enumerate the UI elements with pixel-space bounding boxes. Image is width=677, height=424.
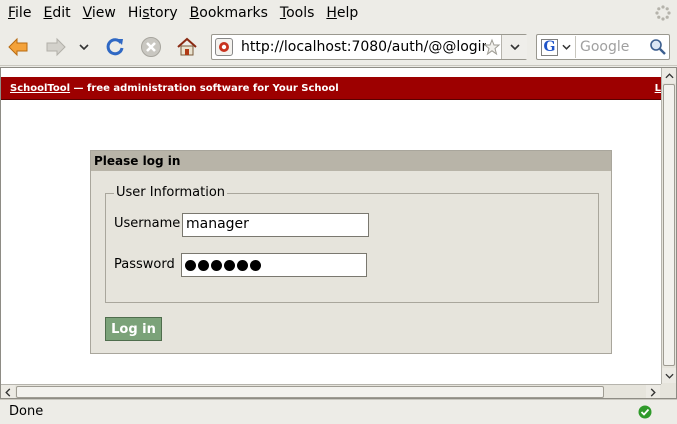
scroll-down-button[interactable] [662, 368, 676, 383]
password-label: Password [114, 257, 175, 272]
password-dot [198, 259, 209, 271]
bookmark-star-icon[interactable] [483, 38, 501, 56]
address-bar[interactable]: http://localhost:7080/auth/@@login.h [211, 34, 527, 60]
site-banner: SchoolTool — free administration softwar… [1, 77, 663, 100]
forward-button[interactable] [43, 34, 69, 60]
menu-bar: File Edit View History Bookmarks Tools H… [0, 0, 677, 26]
password-mask [185, 254, 366, 276]
menu-edit[interactable]: Edit [37, 0, 76, 26]
home-button[interactable] [174, 34, 200, 60]
scroll-up-button[interactable] [662, 68, 676, 83]
menu-history[interactable]: History [122, 0, 184, 26]
menu-tools[interactable]: Tools [274, 0, 321, 26]
url-text[interactable]: http://localhost:7080/auth/@@login.h [241, 39, 486, 55]
login-button[interactable]: Log in [105, 317, 162, 341]
login-heading: Please log in [91, 151, 611, 171]
chevron-up-icon [664, 72, 674, 78]
check-icon [638, 405, 652, 419]
back-button[interactable] [5, 34, 31, 60]
password-dot [211, 259, 222, 271]
chevron-left-icon [5, 388, 11, 397]
user-information-fieldset: User Information Username manager Passwo… [105, 185, 599, 303]
google-icon: G [541, 38, 558, 56]
throbber-icon [655, 5, 671, 21]
password-dot [250, 259, 261, 271]
status-bar: Done [0, 399, 677, 424]
fieldset-legend: User Information [114, 185, 228, 200]
history-dropdown-button[interactable] [74, 34, 94, 60]
chevron-down-icon [509, 44, 520, 50]
reload-icon [106, 38, 124, 56]
menu-view[interactable]: View [77, 0, 122, 26]
password-field[interactable] [181, 253, 367, 277]
password-dot [237, 259, 248, 271]
username-field[interactable]: manager [182, 213, 369, 237]
navigation-toolbar: http://localhost:7080/auth/@@login.h G G… [0, 26, 677, 66]
menu-bookmarks[interactable]: Bookmarks [184, 0, 274, 26]
stop-icon [141, 37, 161, 57]
search-icon[interactable] [649, 38, 667, 56]
menu-file[interactable]: File [2, 0, 37, 26]
horizontal-scrollbar[interactable] [1, 384, 661, 398]
vertical-scrollbar[interactable] [661, 68, 676, 384]
forward-arrow-icon [46, 37, 66, 57]
login-box: Please log in User Information Username … [90, 150, 612, 354]
search-bar[interactable]: G Google [536, 34, 670, 60]
chevron-down-icon [664, 373, 674, 379]
password-dot [224, 259, 235, 271]
brand-link[interactable]: SchoolTool [10, 83, 70, 94]
reload-button[interactable] [102, 34, 128, 60]
search-input[interactable]: Google [580, 39, 629, 55]
banner-tagline: — free administration software for Your … [70, 83, 339, 94]
username-label: Username [114, 216, 181, 231]
home-icon [177, 37, 197, 56]
page-viewport: SchoolTool — free administration softwar… [0, 67, 677, 399]
site-favicon-icon [215, 38, 233, 56]
scrollbar-corner [661, 384, 676, 398]
password-dot [185, 259, 196, 271]
stop-button[interactable] [138, 34, 164, 60]
back-arrow-icon [8, 37, 28, 57]
scroll-left-button[interactable] [1, 385, 15, 398]
menu-help[interactable]: Help [320, 0, 364, 26]
vertical-scroll-thumb[interactable] [663, 84, 675, 366]
chevron-down-icon [79, 44, 89, 50]
status-text: Done [9, 404, 44, 419]
chevron-down-icon [562, 44, 571, 50]
horizontal-scroll-thumb[interactable] [16, 386, 604, 398]
url-history-dropdown[interactable] [501, 35, 527, 59]
chevron-right-icon [650, 388, 656, 397]
scroll-right-button[interactable] [646, 385, 660, 398]
search-engine-selector[interactable]: G [538, 36, 576, 58]
